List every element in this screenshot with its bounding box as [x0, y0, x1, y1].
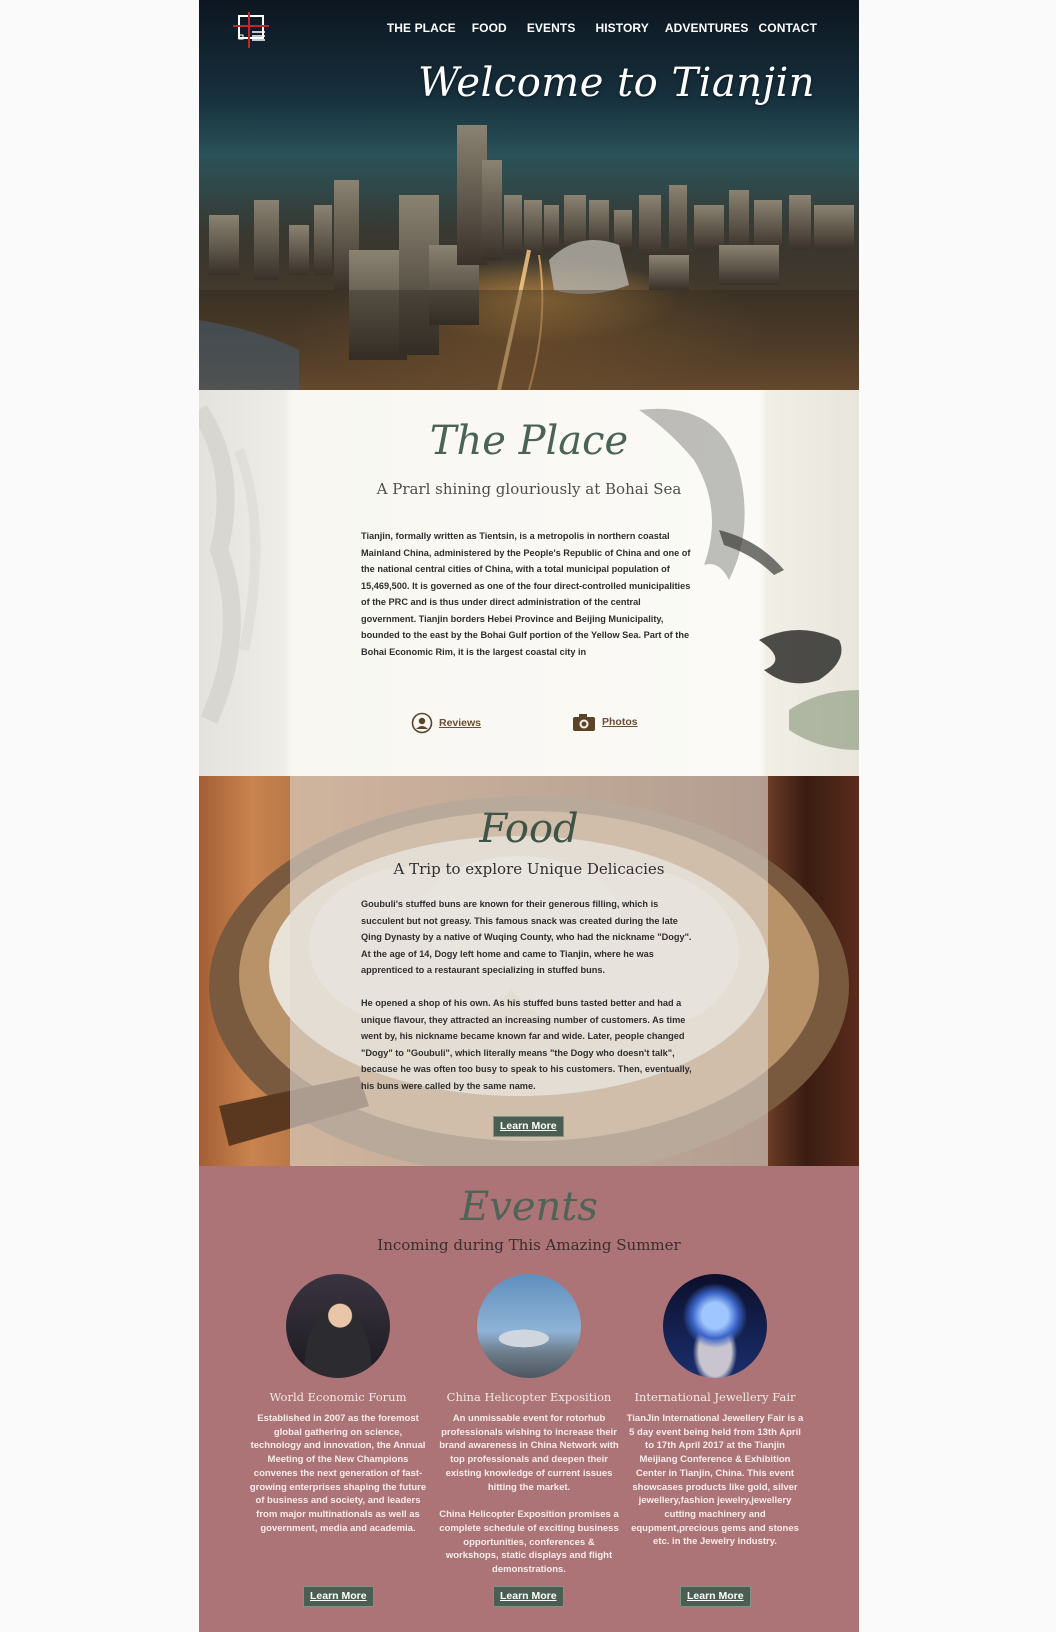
hero-title: Welcome to Tianjin	[417, 60, 815, 106]
food-title: Food	[479, 806, 579, 852]
food-section: Food A Trip to explore Unique Delicacies…	[199, 776, 859, 1166]
city-skyline-image	[199, 125, 859, 390]
events-section: Events Incoming during This Amazing Summ…	[199, 1166, 859, 1632]
place-subtitle: A Prarl shining glouriously at Bohai Sea	[376, 480, 682, 498]
food-subtitle: A Trip to explore Unique Delicacies	[393, 860, 665, 878]
nav-adventures[interactable]: ADVENTURES	[665, 21, 749, 35]
jewellery-learn-more-button[interactable]: Learn More	[680, 1586, 751, 1607]
event-name: China Helicopter Exposition	[446, 1390, 612, 1404]
camera-icon	[573, 714, 595, 731]
event-description-text: An unmissable event for rotorhub profess…	[439, 1413, 619, 1493]
events-subtitle: Incoming during This Amazing Summer	[377, 1236, 681, 1254]
nav-contact[interactable]: CONTACT	[759, 21, 817, 35]
helicopter-photo	[477, 1274, 581, 1378]
event-description-text: China Helicopter Exposition promises a c…	[439, 1509, 619, 1576]
event-description: An unmissable event for rotorhub profess…	[439, 1412, 619, 1577]
place-section: The Place A Prarl shining glouriously at…	[199, 390, 859, 776]
jewellery-ring-photo	[663, 1274, 767, 1378]
nav-the-place[interactable]: THE PLACE	[387, 21, 456, 35]
food-paragraph-2: He opened a shop of his own. As his stuf…	[361, 998, 692, 1091]
event-description-text: Established in 2007 as the foremost glob…	[249, 1413, 427, 1534]
events-title: Events	[460, 1184, 598, 1230]
event-card-helicopter-exposition: China Helicopter Exposition An unmissabl…	[439, 1274, 619, 1577]
event-description: Established in 2007 as the foremost glob…	[248, 1412, 428, 1535]
event-name: International Jewellery Fair	[634, 1390, 796, 1404]
food-paragraph-1: Goubuli's stuffed buns are known for the…	[361, 899, 692, 975]
nav-events[interactable]: EVENTS	[527, 21, 576, 35]
forum-learn-more-button[interactable]: Learn More	[303, 1586, 374, 1607]
photos-link[interactable]: Photos	[572, 712, 638, 732]
reviews-icon	[411, 712, 433, 734]
helicopter-learn-more-button[interactable]: Learn More	[493, 1586, 564, 1607]
place-description: Tianjin, formally written as Tientsin, i…	[361, 531, 691, 657]
event-card-jewellery-fair: International Jewellery Fair TianJin Int…	[625, 1274, 805, 1549]
reviews-label: Reviews	[439, 717, 482, 729]
event-description: TianJin International Jewellery Fair is …	[625, 1412, 805, 1549]
forum-speaker-photo	[286, 1274, 390, 1378]
event-description-text: TianJin International Jewellery Fair is …	[626, 1413, 804, 1548]
food-learn-more-button[interactable]: Learn More	[493, 1116, 564, 1137]
event-card-world-economic-forum: World Economic Forum Established in 2007…	[248, 1274, 428, 1535]
event-name: World Economic Forum	[269, 1390, 407, 1404]
hero-section: THE PLACE FOOD EVENTS HISTORY ADVENTURES…	[199, 0, 859, 390]
place-title: The Place	[429, 418, 629, 464]
nav-history[interactable]: HISTORY	[595, 21, 648, 35]
reviews-link[interactable]: Reviews	[411, 712, 481, 734]
site-logo[interactable]	[233, 12, 269, 48]
photos-label: Photos	[602, 716, 638, 728]
nav-food[interactable]: FOOD	[472, 21, 507, 35]
main-nav: THE PLACE FOOD EVENTS HISTORY ADVENTURES…	[387, 21, 817, 35]
page: THE PLACE FOOD EVENTS HISTORY ADVENTURES…	[199, 0, 859, 1632]
